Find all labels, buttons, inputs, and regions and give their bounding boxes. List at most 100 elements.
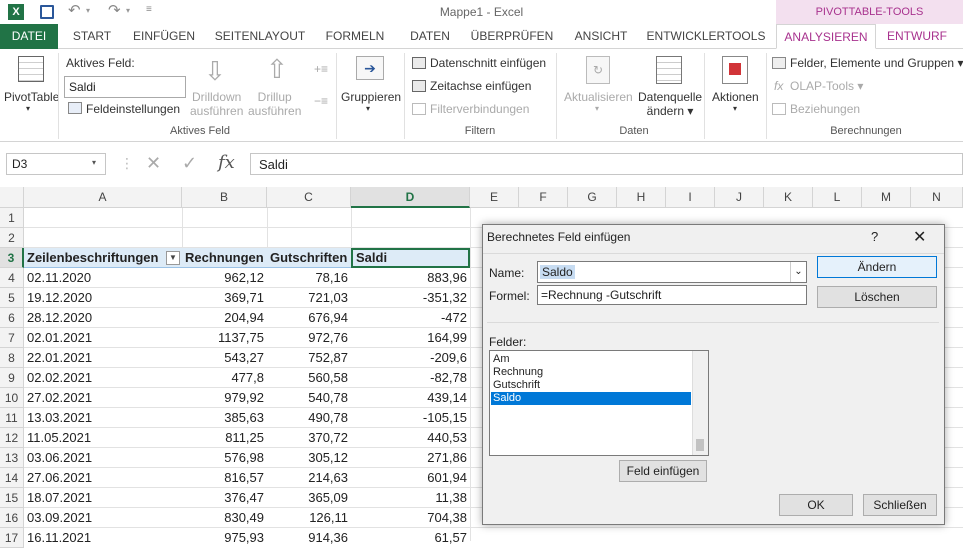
table-cell[interactable]: 543,27 — [182, 348, 267, 368]
table-cell[interactable]: -209,6 — [351, 348, 470, 368]
table-cell[interactable]: 78,16 — [267, 268, 351, 288]
name-combobox[interactable]: Saldo ⌄ — [537, 261, 807, 283]
tab-entwicklertools[interactable]: ENTWICKLERTOOLS — [644, 24, 768, 49]
grouping-dropdown-icon[interactable]: ▾ — [366, 104, 370, 113]
row-header[interactable]: 7 — [0, 328, 24, 348]
olap-tools-button[interactable]: OLAP-Tools ▾ — [790, 79, 863, 93]
table-cell[interactable]: 03.06.2021 — [24, 448, 182, 468]
table-cell[interactable]: -82,78 — [351, 368, 470, 388]
fields-items-groups-button[interactable]: Felder, Elemente und Gruppen ▾ — [790, 56, 963, 70]
row-header[interactable]: 2 — [0, 228, 24, 248]
pivot-header-gutschriften[interactable]: Gutschriften — [267, 248, 351, 268]
close-button[interactable]: Schließen — [863, 494, 937, 516]
insert-timeline-button[interactable]: Zeitachse einfügen — [430, 79, 531, 93]
insert-function-icon[interactable]: fx — [218, 152, 235, 173]
table-cell[interactable]: 02.02.2021 — [24, 368, 182, 388]
drilldown-button[interactable]: Drilldown ausführen — [190, 90, 243, 118]
row-header[interactable]: 17 — [0, 528, 24, 548]
table-cell[interactable]: 164,99 — [351, 328, 470, 348]
close-icon[interactable]: ✕ — [913, 227, 926, 247]
name-box[interactable]: D3 — [6, 153, 106, 175]
table-cell[interactable]: 477,8 — [182, 368, 267, 388]
column-header[interactable]: D — [351, 187, 470, 208]
table-cell[interactable]: -351,32 — [351, 288, 470, 308]
table-cell[interactable]: 369,71 — [182, 288, 267, 308]
table-cell[interactable]: 126,11 — [267, 508, 351, 528]
tab-einfuegen[interactable]: EINFÜGEN — [126, 24, 202, 49]
relationships-button[interactable]: Beziehungen — [790, 102, 860, 116]
column-header[interactable]: J — [715, 187, 764, 208]
table-cell[interactable]: 11,38 — [351, 488, 470, 508]
table-cell[interactable]: 576,98 — [182, 448, 267, 468]
name-box-dropdown-icon[interactable]: ▾ — [92, 158, 96, 167]
tab-entwurf[interactable]: ENTWURF — [880, 24, 954, 49]
row-header[interactable]: 15 — [0, 488, 24, 508]
filter-dropdown-icon[interactable]: ▼ — [166, 251, 180, 265]
row-header[interactable]: 5 — [0, 288, 24, 308]
field-item-saldo-selected[interactable]: Saldo — [491, 392, 691, 405]
refresh-dropdown-icon[interactable]: ▾ — [595, 104, 599, 113]
pivottable-button[interactable]: PivotTable — [4, 90, 59, 104]
row-header[interactable]: 9 — [0, 368, 24, 388]
table-cell[interactable]: 962,12 — [182, 268, 267, 288]
table-cell[interactable]: 305,12 — [267, 448, 351, 468]
table-cell[interactable]: 830,49 — [182, 508, 267, 528]
row-header[interactable]: 8 — [0, 348, 24, 368]
column-header[interactable]: I — [666, 187, 715, 208]
change-datasource-button[interactable]: Datenquelle ändern ▾ — [638, 90, 702, 118]
table-cell[interactable]: 27.02.2021 — [24, 388, 182, 408]
table-cell[interactable]: 376,47 — [182, 488, 267, 508]
table-cell[interactable]: 752,87 — [267, 348, 351, 368]
row-header[interactable]: 11 — [0, 408, 24, 428]
formula-field[interactable]: =Rechnung -Gutschrift — [537, 285, 807, 305]
tab-seitenlayout[interactable]: SEITENLAYOUT — [208, 24, 312, 49]
table-cell[interactable]: 439,14 — [351, 388, 470, 408]
row-header[interactable]: 16 — [0, 508, 24, 528]
table-cell[interactable]: 11.05.2021 — [24, 428, 182, 448]
table-cell[interactable]: 61,57 — [351, 528, 470, 548]
table-cell[interactable]: 19.12.2020 — [24, 288, 182, 308]
table-cell[interactable]: 18.07.2021 — [24, 488, 182, 508]
table-cell[interactable]: 811,25 — [182, 428, 267, 448]
table-cell[interactable]: 704,38 — [351, 508, 470, 528]
column-header[interactable]: A — [24, 187, 182, 208]
pivottable-dropdown-icon[interactable]: ▾ — [26, 104, 30, 113]
ok-button[interactable]: OK — [779, 494, 853, 516]
column-header[interactable]: H — [617, 187, 666, 208]
tab-datei[interactable]: DATEI — [0, 24, 58, 49]
change-button[interactable]: Ändern — [817, 256, 937, 278]
actions-dropdown-icon[interactable]: ▾ — [733, 104, 737, 113]
table-cell[interactable]: 22.01.2021 — [24, 348, 182, 368]
tab-ansicht[interactable]: ANSICHT — [566, 24, 636, 49]
pivot-header-saldi-selected[interactable]: Saldi — [351, 248, 470, 268]
combobox-chevron-icon[interactable]: ⌄ — [790, 262, 806, 282]
table-cell[interactable]: 271,86 — [351, 448, 470, 468]
field-item-rechnung[interactable]: Rechnung — [493, 366, 543, 379]
expand-field-icon[interactable]: +≡ — [314, 62, 328, 76]
table-cell[interactable]: 02.01.2021 — [24, 328, 182, 348]
row-header[interactable]: 4 — [0, 268, 24, 288]
table-cell[interactable]: 13.03.2021 — [24, 408, 182, 428]
field-item-am[interactable]: Am — [493, 353, 510, 366]
table-cell[interactable]: 972,76 — [267, 328, 351, 348]
column-header[interactable]: F — [519, 187, 568, 208]
drillup-button[interactable]: Drillup ausführen — [248, 90, 301, 118]
cancel-icon[interactable]: ✕ — [146, 153, 161, 174]
enter-icon[interactable]: ✓ — [182, 153, 197, 174]
table-cell[interactable]: 560,58 — [267, 368, 351, 388]
insert-slicer-button[interactable]: Datenschnitt einfügen — [430, 56, 546, 70]
table-cell[interactable]: 1137,75 — [182, 328, 267, 348]
table-cell[interactable]: 204,94 — [182, 308, 267, 328]
table-cell[interactable]: 385,63 — [182, 408, 267, 428]
field-item-gutschrift[interactable]: Gutschrift — [493, 379, 540, 392]
row-header[interactable]: 13 — [0, 448, 24, 468]
column-header[interactable]: K — [764, 187, 813, 208]
tab-daten[interactable]: DATEN — [400, 24, 460, 49]
table-cell[interactable]: 16.11.2021 — [24, 528, 182, 548]
tab-ueberpruefen[interactable]: ÜBERPRÜFEN — [466, 24, 558, 49]
formula-input[interactable]: Saldi — [250, 153, 963, 175]
column-header[interactable]: N — [911, 187, 963, 208]
refresh-button[interactable]: Aktualisieren — [564, 90, 633, 104]
tab-start[interactable]: START — [62, 24, 122, 49]
listbox-scrollbar[interactable] — [692, 351, 708, 455]
